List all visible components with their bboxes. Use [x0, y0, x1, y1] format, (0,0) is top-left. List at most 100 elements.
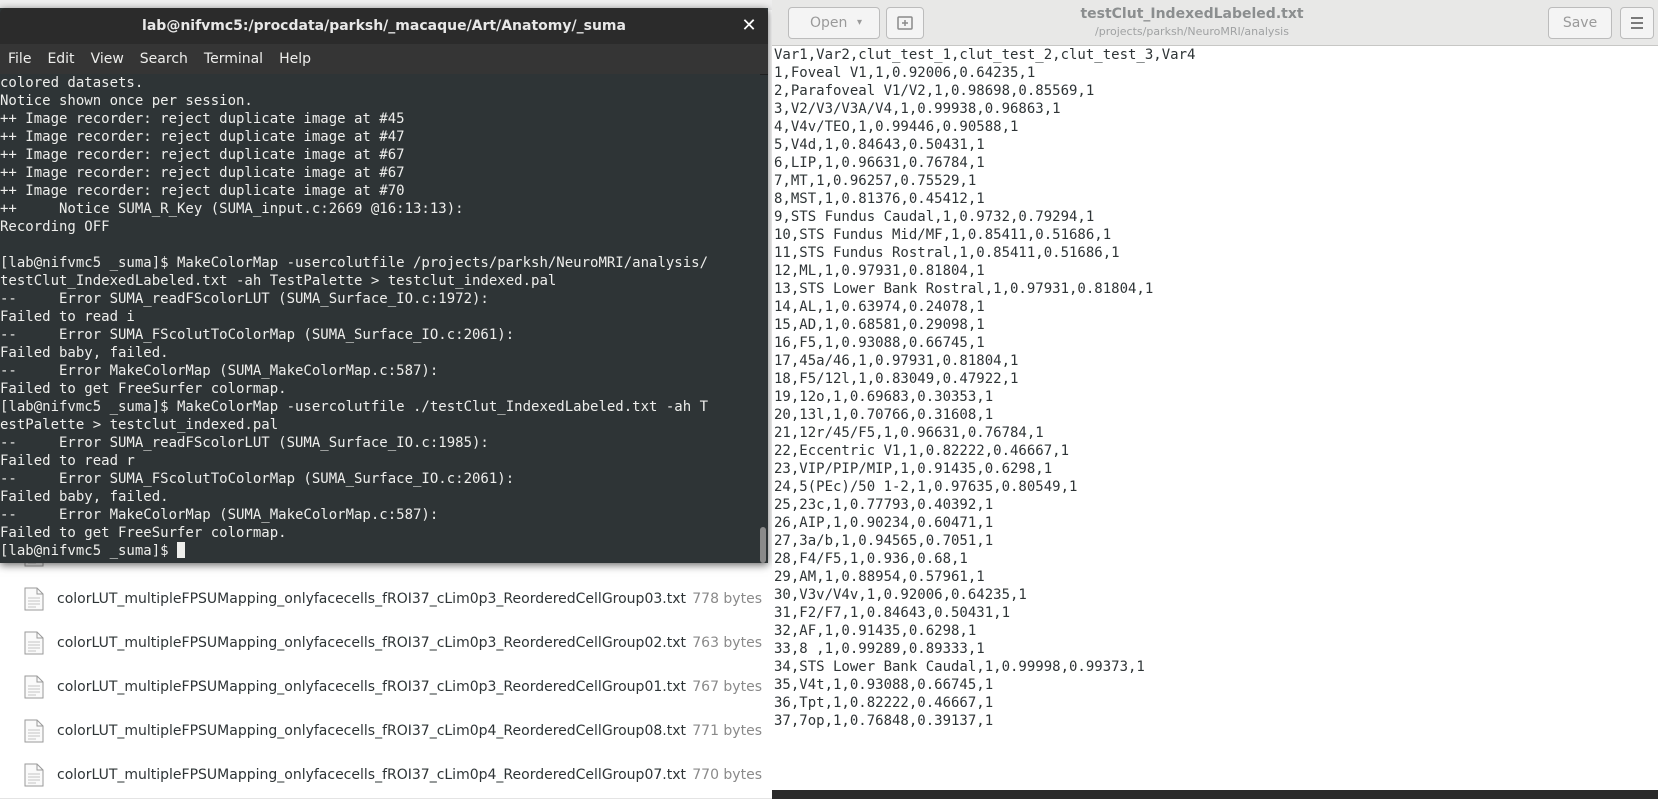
terminal-line-text: Failed to get FreeSurfer colormap.: [0, 525, 287, 541]
editor-line: 22,Eccentric V1,1,0.82222,0.46667,1: [774, 443, 1070, 459]
editor-line: 30,V3v/V4v,1,0.92006,0.64235,1: [774, 587, 1027, 603]
terminal-line-text: -- Error MakeColorMap (SUMA_MakeColorMap…: [0, 507, 439, 523]
file-name: colorLUT_multipleFPSUMapping_onlyfacecel…: [57, 635, 686, 651]
menu-search[interactable]: Search: [132, 44, 196, 74]
terminal-line-text: Failed baby, failed.: [0, 489, 169, 505]
terminal-line: estPalette > testclut_indexed.pal: [0, 416, 760, 434]
editor-line: 8,MST,1,0.81376,0.45412,1: [774, 191, 985, 207]
open-button[interactable]: Open ▾: [788, 7, 880, 39]
terminal-line-text: ++ Image recorder: reject duplicate imag…: [0, 165, 405, 181]
terminal-line: Failed to read i: [0, 308, 760, 326]
editor-line: 35,V4t,1,0.93088,0.66745,1: [774, 677, 994, 693]
editor-line: 9,STS Fundus Caudal,1,0.9732,0.79294,1: [774, 209, 1095, 225]
terminal-line: [lab@nifvmc5 _suma]$ MakeColorMap -userc…: [0, 398, 760, 416]
editor-line: 32,AF,1,0.91435,0.6298,1: [774, 623, 977, 639]
terminal-line: colored datasets.: [0, 74, 760, 92]
terminal-scrollbar[interactable]: [760, 527, 766, 563]
hamburger-menu-icon: [1631, 17, 1643, 29]
editor-line: 5,V4d,1,0.84643,0.50431,1: [774, 137, 985, 153]
editor-line: 37,7op,1,0.76848,0.39137,1: [774, 713, 994, 729]
terminal-menubar: File Edit View Search Terminal Help: [0, 44, 768, 75]
editor-line: 1,Foveal V1,1,0.92006,0.64235,1: [774, 65, 1036, 81]
file-name: colorLUT_multipleFPSUMapping_onlyfacecel…: [57, 723, 686, 739]
menu-help[interactable]: Help: [271, 44, 319, 74]
text-file-icon: [24, 675, 44, 699]
terminal-line-text: -- Error SUMA_FScolutToColorMap (SUMA_Su…: [0, 327, 515, 343]
text-file-icon: [24, 587, 44, 611]
terminal-line: -- Error MakeColorMap (SUMA_MakeColorMap…: [0, 506, 760, 524]
terminal-line: ++ Image recorder: reject duplicate imag…: [0, 182, 760, 200]
terminal-line-text: Failed to read i: [0, 309, 135, 325]
terminal-line-text: Failed to read r: [0, 453, 135, 469]
terminal-line-text: Failed baby, failed.: [0, 345, 169, 361]
file-size: 771 bytes: [692, 723, 762, 739]
editor-line: 20,13l,1,0.70766,0.31608,1: [774, 407, 994, 423]
terminal-line-text: colored datasets.: [0, 75, 144, 91]
terminal-line: Failed to get FreeSurfer colormap.: [0, 380, 760, 398]
terminal-line: Recording OFF: [0, 218, 760, 236]
terminal-line: ++ Notice SUMA_R_Key (SUMA_input.c:2669 …: [0, 200, 760, 218]
text-file-icon: [24, 631, 44, 655]
editor-line: 16,F5,1,0.93088,0.66745,1: [774, 335, 985, 351]
file-row[interactable]: colorLUT_multipleFPSUMapping_onlyfacecel…: [0, 620, 772, 667]
menu-terminal[interactable]: Terminal: [196, 44, 271, 74]
new-document-button[interactable]: [886, 7, 924, 39]
editor-line: 21,12r/45/F5,1,0.96631,0.76784,1: [774, 425, 1044, 441]
terminal-window[interactable]: lab@nifvmc5:/procdata/parksh/_macaque/Ar…: [0, 8, 768, 563]
terminal-line: testClut_IndexedLabeled.txt -ah TestPale…: [0, 272, 760, 290]
save-button[interactable]: Save: [1548, 7, 1612, 39]
file-row[interactable]: colorLUT_multipleFPSUMapping_onlyfacecel…: [0, 752, 772, 799]
close-icon[interactable]: ✕: [738, 15, 760, 37]
terminal-line: -- Error SUMA_readFScolorLUT (SUMA_Surfa…: [0, 290, 760, 308]
terminal-line-text: Recording OFF: [0, 219, 110, 235]
editor-line: 24,5(PEc)/50 1-2,1,0.97635,0.80549,1: [774, 479, 1078, 495]
editor-text-area[interactable]: Var1,Var2,clut_test_1,clut_test_2,clut_t…: [774, 46, 1654, 786]
open-button-label: Open: [810, 15, 848, 31]
editor-line: 19,12o,1,0.69683,0.30353,1: [774, 389, 994, 405]
file-row[interactable]: colorLUT_multipleFPSUMapping_onlyfacecel…: [0, 576, 772, 623]
text-editor-window[interactable]: Open ▾ testClut_IndexedLabeled.txt /proj…: [772, 0, 1658, 790]
terminal-line: -- Error SUMA_readFScolorLUT (SUMA_Surfa…: [0, 434, 760, 452]
document-title: testClut_IndexedLabeled.txt: [1080, 6, 1304, 22]
editor-line: 4,V4v/TEO,1,0.99446,0.90588,1: [774, 119, 1019, 135]
terminal-line: Notice shown once per session.: [0, 92, 760, 110]
editor-line: 34,STS Lower Bank Caudal,1,0.99998,0.993…: [774, 659, 1145, 675]
terminal-line-text: Notice shown once per session.: [0, 93, 253, 109]
terminal-line: Failed baby, failed.: [0, 344, 760, 362]
terminal-line: ++ Image recorder: reject duplicate imag…: [0, 146, 760, 164]
file-size: 767 bytes: [692, 679, 762, 695]
terminal-line: -- Error SUMA_FScolutToColorMap (SUMA_Su…: [0, 470, 760, 488]
terminal-line: [lab@nifvmc5 _suma]$ MakeColorMap -userc…: [0, 254, 760, 272]
file-name: colorLUT_multipleFPSUMapping_onlyfacecel…: [57, 679, 686, 695]
editor-line: 14,AL,1,0.63974,0.24078,1: [774, 299, 985, 315]
editor-line: 26,AIP,1,0.90234,0.60471,1: [774, 515, 994, 531]
editor-line: 2,Parafoveal V1/V2,1,0.98698,0.85569,1: [774, 83, 1095, 99]
terminal-line: [lab@nifvmc5 _suma]$: [0, 542, 760, 560]
editor-line: 28,F4/F5,1,0.936,0.68,1: [774, 551, 968, 567]
terminal-titlebar[interactable]: lab@nifvmc5:/procdata/parksh/_macaque/Ar…: [0, 8, 768, 44]
terminal-line-text: -- Error MakeColorMap (SUMA_MakeColorMap…: [0, 363, 439, 379]
menu-file[interactable]: File: [0, 44, 39, 74]
terminal-line-text: Failed to get FreeSurfer colormap.: [0, 381, 287, 397]
file-row[interactable]: colorLUT_multipleFPSUMapping_onlyfacecel…: [0, 664, 772, 711]
file-row[interactable]: colorLUT_multipleFPSUMapping_onlyfacecel…: [0, 708, 772, 755]
editor-line: 33,8 ,1,0.99289,0.89333,1: [774, 641, 985, 657]
editor-lines: Var1,Var2,clut_test_1,clut_test_2,clut_t…: [774, 46, 1654, 730]
hamburger-menu-button[interactable]: [1620, 7, 1654, 39]
editor-line: Var1,Var2,clut_test_1,clut_test_2,clut_t…: [774, 47, 1196, 63]
text-file-icon: [24, 763, 44, 787]
editor-line: 3,V2/V3/V3A/V4,1,0.99938,0.96863,1: [774, 101, 1061, 117]
terminal-line-text: testClut_IndexedLabeled.txt -ah TestPale…: [0, 273, 557, 289]
file-name: colorLUT_multipleFPSUMapping_onlyfacecel…: [57, 767, 686, 783]
terminal-line-text: [lab@nifvmc5 _suma]$ MakeColorMap -userc…: [0, 255, 709, 271]
editor-line: 17,45a/46,1,0.97931,0.81804,1: [774, 353, 1019, 369]
terminal-output[interactable]: colored datasets. Notice shown once per s…: [0, 74, 760, 563]
editor-line: 7,MT,1,0.96257,0.75529,1: [774, 173, 977, 189]
terminal-line: -- Error MakeColorMap (SUMA_MakeColorMap…: [0, 362, 760, 380]
editor-line: 36,Tpt,1,0.82222,0.46667,1: [774, 695, 994, 711]
editor-line: 25,23c,1,0.77793,0.40392,1: [774, 497, 994, 513]
terminal-line-text: -- Error SUMA_readFScolorLUT (SUMA_Surfa…: [0, 435, 489, 451]
menu-edit[interactable]: Edit: [39, 44, 82, 74]
terminal-line: Failed to get FreeSurfer colormap.: [0, 524, 760, 542]
menu-view[interactable]: View: [83, 44, 132, 74]
